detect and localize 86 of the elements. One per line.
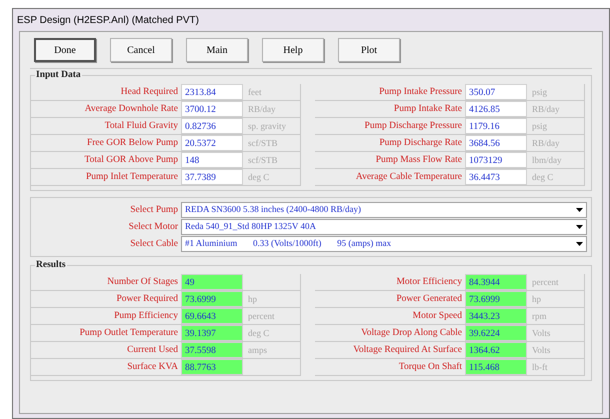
unit-label: hp	[529, 291, 585, 307]
unit-label: deg C	[529, 169, 585, 185]
unit-label: Volts	[529, 325, 585, 341]
unit-label: feet	[245, 84, 301, 100]
result-value: 115.468	[465, 359, 527, 375]
field-label: Voltage Required At Surface	[352, 344, 463, 357]
dropdown[interactable]: Reda 540_91_Std 80HP 1325V 40A	[181, 219, 587, 235]
field-label: Power Required	[116, 293, 179, 306]
unit-label: hp	[245, 291, 301, 307]
result-value: 84.3944	[465, 274, 527, 290]
unit-label: lb-ft	[529, 359, 585, 375]
toolbar-button[interactable]: Done	[34, 38, 96, 62]
input-field[interactable]: 3684.56	[465, 135, 527, 151]
dropdown[interactable]: REDA SN3600 5.38 inches (2400-4800 RB/day)	[181, 202, 587, 218]
result-value: 39.6224	[465, 325, 527, 341]
unit-label: percent	[529, 274, 585, 290]
dropdown-arrow-icon	[576, 208, 583, 212]
result-value: 69.6643	[181, 308, 243, 324]
unit-label: sp. gravity	[245, 118, 301, 134]
input-field[interactable]: 20.5372	[181, 135, 243, 151]
input-field[interactable]: 36.4473	[465, 169, 527, 185]
field-label: Pump Discharge Pressure	[364, 120, 463, 133]
dropdown-arrow-icon	[576, 242, 583, 246]
field-label: Motor Speed	[412, 310, 463, 323]
unit-label: psig	[529, 118, 585, 134]
field-label: Total Fluid Gravity	[104, 120, 179, 133]
field-label: Pump Discharge Rate	[378, 137, 463, 150]
unit-label: RB/day	[529, 135, 585, 151]
toolbar-button[interactable]: Help	[262, 38, 324, 62]
input-field[interactable]: 0.82736	[181, 118, 243, 134]
field-label: Free GOR Below Pump	[86, 137, 179, 150]
field-label: Voltage Drop Along Cable	[360, 327, 463, 340]
field-label: Pump Mass Flow Rate	[374, 154, 463, 167]
unit-label: percent	[245, 308, 301, 324]
input-field[interactable]: 2313.84	[181, 84, 243, 100]
result-value: 73.6999	[181, 291, 243, 307]
field-label: Select Cable	[129, 238, 179, 251]
field-label: Pump Intake Pressure	[378, 86, 463, 99]
input-field[interactable]: 37.7389	[181, 169, 243, 185]
unit-label: amps	[245, 342, 301, 358]
field-label: Select Pump	[129, 204, 179, 217]
field-label: Torque On Shaft	[398, 361, 463, 374]
window-title: ESP Design (H2ESP.Anl) (Matched PVT)	[17, 14, 199, 28]
unit-label: RB/day	[245, 101, 301, 117]
field-label: Power Generated	[395, 293, 463, 306]
field-label: Surface KVA	[126, 361, 179, 374]
unit-label: psig	[529, 84, 585, 100]
result-value: 1364.62	[465, 342, 527, 358]
result-value: 3443.23	[465, 308, 527, 324]
input-field[interactable]: 1073129	[465, 152, 527, 168]
unit-label: deg C	[245, 325, 301, 341]
input-field[interactable]: 4126.85	[465, 101, 527, 117]
field-label: Pump Efficiency	[113, 310, 179, 323]
field-label: Pump Intake Rate	[392, 103, 463, 116]
field-label: Pump Outlet Temperature	[78, 327, 179, 340]
toolbar-button[interactable]: Main	[186, 38, 248, 62]
unit-label: RB/day	[529, 101, 585, 117]
dropdown-arrow-icon	[576, 225, 583, 229]
field-label: Average Downhole Rate	[84, 103, 179, 116]
field-label: Select Motor	[128, 221, 179, 234]
field-label: Number Of Stages	[106, 276, 179, 289]
field-label: Average Cable Temperature	[354, 171, 463, 184]
field-label: Head Required	[120, 86, 179, 99]
unit-label: scf/STB	[245, 152, 301, 168]
input-field[interactable]: 148	[181, 152, 243, 168]
result-value: 37.5598	[181, 342, 243, 358]
result-value: 39.1397	[181, 325, 243, 341]
field-label: Current Used	[126, 344, 179, 357]
unit-label: scf/STB	[245, 135, 301, 151]
unit-label: deg C	[245, 169, 301, 185]
toolbar-button[interactable]: Plot	[338, 38, 400, 62]
input-field[interactable]: 3700.12	[181, 101, 243, 117]
field-label: Total GOR Above Pump	[83, 154, 179, 167]
unit-label: Volts	[529, 342, 585, 358]
result-value: 73.6999	[465, 291, 527, 307]
result-value: 49	[181, 274, 243, 290]
group-title: Input Data	[35, 69, 82, 81]
input-field[interactable]: 1179.16	[465, 118, 527, 134]
dropdown[interactable]: #1 Aluminium 0.33 (Volts/1000ft) 95 (amps) max	[181, 236, 587, 252]
unit-label: lbm/day	[529, 152, 585, 168]
unit-label: rpm	[529, 308, 585, 324]
toolbar-button[interactable]: Cancel	[110, 38, 172, 62]
field-label: Motor Efficiency	[395, 276, 463, 289]
field-label: Pump Inlet Temperature	[84, 171, 179, 184]
result-value: 88.7763	[181, 359, 243, 375]
input-field[interactable]: 350.07	[465, 84, 527, 100]
